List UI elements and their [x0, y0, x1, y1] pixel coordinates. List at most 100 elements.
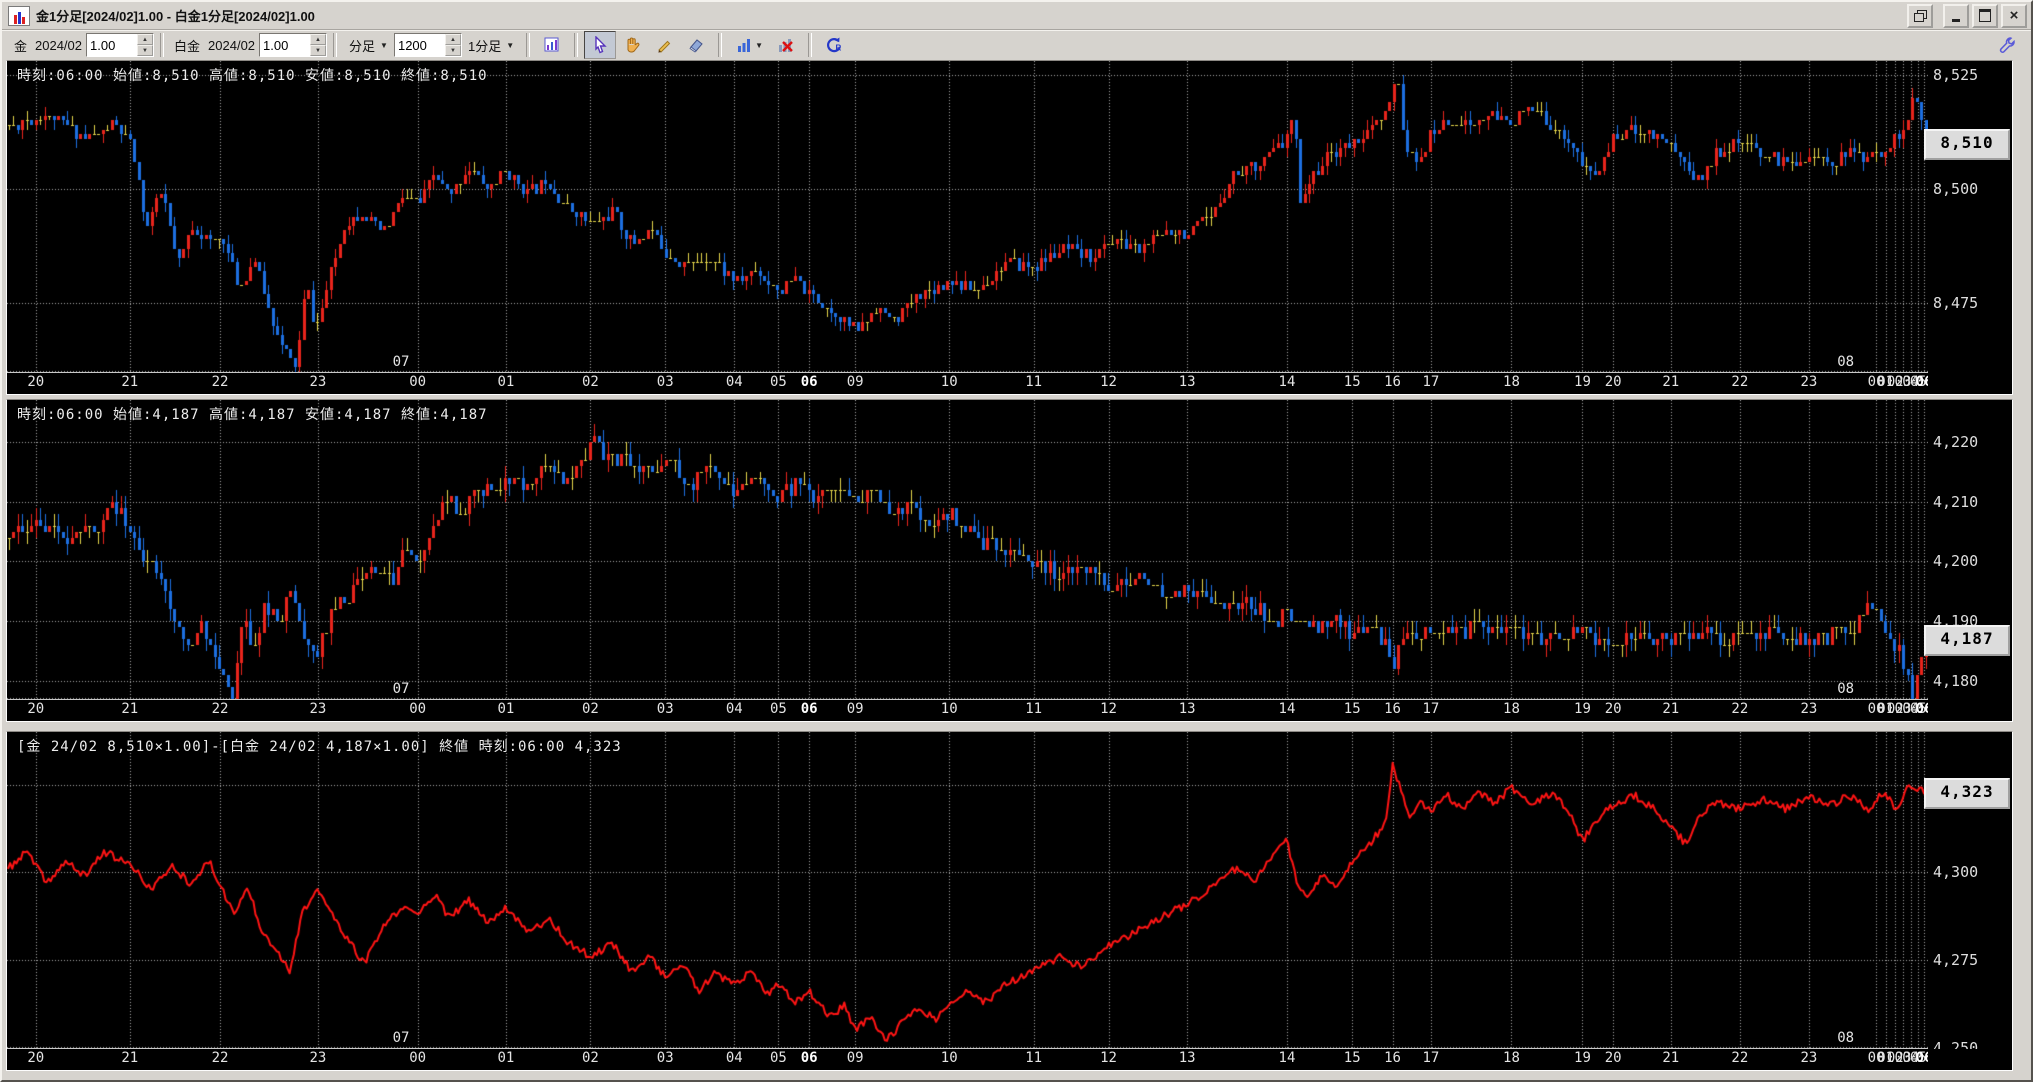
price-tick-label: 4,220: [1933, 432, 1979, 451]
gold-multiplier-up-button[interactable]: ▲: [137, 34, 154, 45]
time-axis-label: 03: [656, 374, 674, 390]
bar-count-up-button[interactable]: ▲: [444, 34, 461, 45]
settings-button[interactable]: [1991, 31, 2023, 59]
minimize-icon: [1952, 18, 1960, 22]
time-axis-label: 20: [27, 374, 45, 390]
platinum-price-axis: 4,220 4,210 4,200 4,190 4,180 4,187: [1924, 400, 2012, 700]
wrench-icon: [1999, 37, 2015, 53]
price-tick-label: 4,200: [1933, 552, 1979, 571]
platinum-multiplier-input[interactable]: [260, 34, 311, 56]
gold-multiplier-spinbox: ▲▼: [86, 33, 155, 57]
time-axis-label: 03: [656, 701, 674, 717]
time-axis-label: 12: [1100, 1050, 1117, 1066]
bar-chart-icon: [738, 39, 751, 52]
toolbar: 金 2024/02 ▲▼ 白金 2024/02 ▲▼ 分足 ▼ ▲▼ 1分足 ▼: [2, 30, 2031, 60]
time-axis-label: 00: [409, 1050, 427, 1066]
spread-price-axis: 4,3254,3004,2754,2504,323: [1924, 732, 2012, 1057]
pan-hand-button[interactable]: [616, 31, 649, 59]
time-axis-label: 01: [497, 374, 515, 390]
svg-text:R: R: [836, 44, 842, 53]
eraser-button[interactable]: [680, 31, 713, 59]
time-axis-label: 23: [309, 1050, 327, 1066]
platinum-month-label: 2024/02: [208, 37, 256, 53]
time-axis-label: 10: [940, 701, 958, 717]
close-button[interactable]: ×: [2001, 3, 2027, 28]
reload-button[interactable]: R: [818, 31, 851, 59]
time-axis-label: 11: [1025, 701, 1043, 717]
time-axis-label: 10: [940, 374, 958, 390]
toolbar-separator: [808, 33, 813, 57]
platinum-label: 白金: [174, 38, 201, 54]
time-axis-label: 10: [940, 1050, 958, 1066]
spread-plot-area: [金 24/02 8,510×1.00]-[白金 24/02 4,187×1.0…: [7, 732, 1933, 1070]
time-axis-label: 06: [800, 1050, 818, 1066]
time-axis-label: 14: [1278, 1050, 1296, 1066]
chart-panel-gold: 時刻:06:00 始値:8,510 高値:8,510 安値:8,510 終値:8…: [6, 60, 2013, 395]
time-axis-label: 16: [1384, 701, 1401, 717]
new-window-button[interactable]: [1907, 3, 1933, 28]
bar-count-input[interactable]: [394, 34, 445, 56]
time-axis-label: 01: [497, 1050, 515, 1066]
bar-count-down-button[interactable]: ▼: [444, 45, 461, 56]
spread-readout: [金 24/02 8,510×1.00]-[白金 24/02 4,187×1.0…: [17, 739, 622, 755]
gold-price-axis: 8,525 8,500 8,475 8,510: [1924, 61, 2012, 373]
bar-type-dropdown[interactable]: 分足 ▼: [343, 33, 394, 57]
minimize-button[interactable]: [1943, 3, 1969, 28]
time-axis-label: 11: [1025, 1050, 1043, 1066]
gold-month-label: 2024/02: [35, 37, 83, 53]
time-axis-label: 15: [1343, 374, 1361, 390]
platinum-multiplier-down-button[interactable]: ▼: [310, 45, 327, 56]
date-label: 07: [392, 354, 410, 370]
time-axis-label: 22: [211, 374, 229, 390]
time-axis-label: 17: [1422, 1050, 1440, 1066]
time-axis-label: 02: [581, 701, 599, 717]
toolbar-separator: [526, 33, 531, 57]
clear-chart-button[interactable]: [770, 31, 803, 59]
gold-plot-area: 時刻:06:00 始値:8,510 高値:8,510 安値:8,510 終値:8…: [7, 61, 1933, 394]
time-axis-label: 01: [497, 701, 515, 717]
chart-settings-button[interactable]: [536, 31, 569, 59]
time-axis-label: 15: [1343, 1050, 1361, 1066]
time-axis-label: 23: [1800, 1050, 1818, 1066]
time-axis-label: 23: [309, 374, 327, 390]
time-axis-label: 18: [1503, 374, 1520, 390]
time-axis-label: 09: [846, 1050, 864, 1066]
maximize-button[interactable]: [1972, 3, 1998, 28]
time-axis-label: 20: [1604, 701, 1622, 717]
time-axis-label: 04: [725, 1050, 743, 1066]
time-axis-label: 21: [121, 374, 139, 390]
time-axis-label: 03: [656, 1050, 674, 1066]
platinum-multiplier-up-button[interactable]: ▲: [310, 34, 327, 45]
time-axis-label: 12: [1100, 374, 1117, 390]
price-tick-label: 4,275: [1933, 951, 1979, 970]
cursor-arrow-icon: [595, 36, 607, 54]
time-axis-label: 00: [409, 701, 427, 717]
time-axis-label: 17: [1422, 701, 1440, 717]
gold-chart-canvas[interactable]: [7, 61, 1928, 372]
chart-panel-spread: [金 24/02 8,510×1.00]-[白金 24/02 4,187×1.0…: [6, 731, 2013, 1071]
chevron-down-icon: ▼: [380, 40, 388, 50]
time-axis-label: 18: [1503, 701, 1520, 717]
gold-multiplier-down-button[interactable]: ▼: [137, 45, 154, 56]
price-tick-label: 8,475: [1933, 294, 1979, 313]
draw-pencil-button[interactable]: [648, 31, 681, 59]
date-label: 07: [392, 1030, 410, 1046]
time-axis-label: 23: [309, 701, 327, 717]
interval-dropdown[interactable]: 1分足 ▼: [461, 33, 521, 57]
gold-label: 金: [14, 38, 28, 54]
chart-panel-platinum: 時刻:06:00 始値:4,187 高値:4,187 安値:4,187 終値:4…: [6, 399, 2013, 722]
pencil-icon: [658, 40, 671, 53]
spread-chart-canvas[interactable]: [7, 732, 1928, 1048]
time-axis-label: 23: [1800, 374, 1818, 390]
chevron-down-icon: ▼: [506, 40, 515, 50]
gold-multiplier-input[interactable]: [87, 34, 138, 56]
time-axis-label: 11: [1025, 374, 1043, 390]
time-axis-label: 22: [1731, 1050, 1749, 1066]
time-axis-label: 13: [1178, 374, 1196, 390]
time-axis-label: 18: [1503, 1050, 1520, 1066]
toolbar-separator: [160, 33, 165, 57]
platinum-time-axis: 20 21 22 23 00 01 02 03 04 05 06 09 10 11 12 13 14 15 16 17…: [7, 699, 1933, 721]
platinum-chart-canvas[interactable]: [7, 400, 1928, 699]
select-cursor-button[interactable]: [584, 31, 617, 59]
chart-type-dropdown-button[interactable]: ▼: [728, 31, 771, 59]
